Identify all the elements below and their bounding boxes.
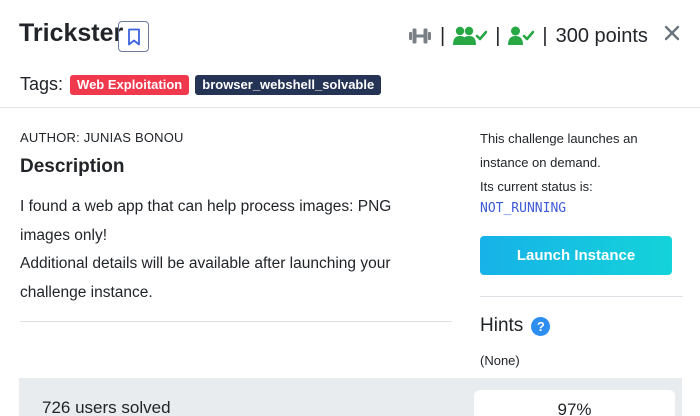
bookmark-button[interactable] xyxy=(118,21,149,52)
hints-heading-text: Hints xyxy=(480,315,524,336)
hints-heading: Hints ? xyxy=(480,315,551,337)
solve-stats-panel: 726 users solved 97% xyxy=(19,378,682,416)
challenge-header: Trickster | | | 300 points Tags: Web Exp… xyxy=(0,0,700,108)
divider xyxy=(20,321,452,322)
instance-info-line: Its current status is: xyxy=(480,179,593,194)
bookmark-icon xyxy=(127,28,140,45)
description-line: Additional details will be available aft… xyxy=(20,255,391,301)
help-icon[interactable]: ? xyxy=(531,316,551,336)
tags-label: Tags: xyxy=(20,74,64,94)
launch-instance-button[interactable]: Launch Instance xyxy=(480,236,672,275)
tag-browser-webshell-solvable[interactable]: browser_webshell_solvable xyxy=(195,74,382,95)
tags-row: Tags: Web Exploitation browser_webshell_… xyxy=(20,74,387,95)
meta-separator: | xyxy=(440,24,446,47)
meta-separator: | xyxy=(542,24,548,47)
challenge-title: Trickster xyxy=(19,19,124,47)
challenge-points: 300 points xyxy=(555,24,648,47)
instance-info-line: instance on demand. xyxy=(480,155,601,170)
meta-separator: | xyxy=(495,24,501,47)
description-body: I found a web app that can help process … xyxy=(20,193,440,307)
users-solved-count: 726 users solved xyxy=(42,398,171,416)
close-button[interactable] xyxy=(664,22,680,46)
hints-value: (None) xyxy=(480,353,520,368)
description-heading: Description xyxy=(20,156,125,177)
tag-web-exploitation[interactable]: Web Exploitation xyxy=(70,74,190,95)
instance-info-line: This challenge launches an xyxy=(480,131,638,146)
close-icon xyxy=(664,25,680,41)
user-check-icon xyxy=(508,26,535,45)
users-check-icon xyxy=(453,26,488,45)
divider xyxy=(480,296,683,297)
challenge-meta: | | | 300 points xyxy=(408,22,648,50)
description-line: I found a web app that can help process … xyxy=(20,198,392,244)
instance-status: NOT_RUNNING xyxy=(480,201,567,216)
challenge-author: AUTHOR: JUNIAS BONOU xyxy=(20,130,184,145)
dumbbell-icon xyxy=(409,28,431,44)
instance-info: This challenge launches an instance on d… xyxy=(480,127,680,199)
solve-percentage: 97% xyxy=(474,390,675,416)
